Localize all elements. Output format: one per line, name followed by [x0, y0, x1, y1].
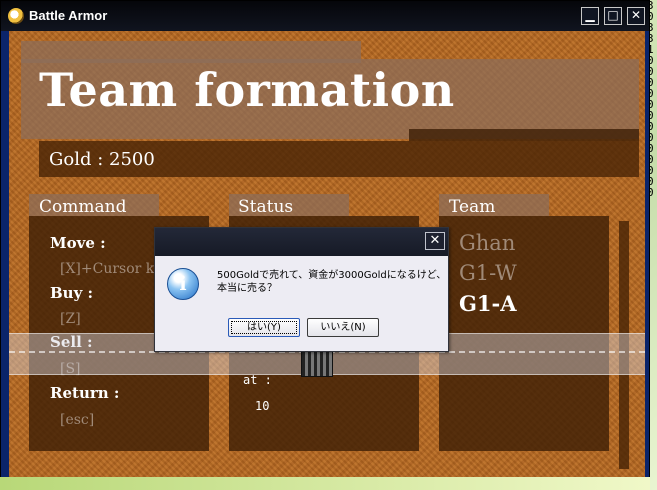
command-move-label: Move :	[50, 234, 106, 252]
command-buy-label: Buy :	[50, 284, 94, 302]
team-member-g1a-selected[interactable]: G1-A	[459, 291, 517, 316]
window-title: Battle Armor	[29, 8, 108, 23]
dialog-close-button[interactable]: ✕	[425, 232, 445, 250]
command-return-key: [esc]	[60, 412, 95, 428]
command-buy-key: [Z]	[60, 311, 81, 327]
maximize-button[interactable]: □	[604, 7, 622, 25]
page-title: Team formation	[39, 63, 455, 117]
team-member-g1w[interactable]: G1-W	[459, 261, 517, 285]
banner-shadow-decoration	[409, 129, 639, 141]
sell-confirm-dialog: ✕ i 500Goldで売れて、資金が3000Goldになるけど、 本当に売る？…	[154, 227, 449, 352]
dialog-message-line2: 本当に売る？	[217, 283, 277, 294]
status-at-value: 10	[255, 399, 270, 413]
desktop-background-strip	[0, 477, 650, 490]
dialog-message-line1: 500Goldで売れて、資金が3000Goldになるけど、	[217, 270, 447, 281]
window-titlebar[interactable]: Battle Armor ▁ □ ✕	[1, 1, 649, 31]
app-icon[interactable]	[8, 8, 24, 24]
team-section-title: Team	[449, 197, 496, 217]
status-at-label: at :	[243, 373, 272, 387]
status-section-title: Status	[238, 197, 294, 217]
no-button[interactable]: いいえ(N)	[307, 318, 379, 337]
command-section-title: Command	[39, 197, 127, 217]
team-member-ghan[interactable]: Ghan	[459, 231, 515, 255]
minimize-button[interactable]: ▁	[581, 7, 599, 25]
tank-sprite	[301, 351, 333, 377]
command-move-key: [X]+Cursor k	[60, 261, 155, 277]
gold-amount: Gold : 2500	[49, 149, 155, 170]
info-icon: i	[167, 268, 199, 300]
dialog-message: 500Goldで売れて、資金が3000Goldになるけど、 本当に売る？	[217, 269, 447, 295]
dialog-titlebar[interactable]: ✕	[155, 228, 448, 256]
command-return-label: Return :	[50, 384, 120, 402]
yes-button[interactable]: はい(Y)	[228, 318, 300, 337]
close-button[interactable]: ✕	[627, 7, 645, 25]
